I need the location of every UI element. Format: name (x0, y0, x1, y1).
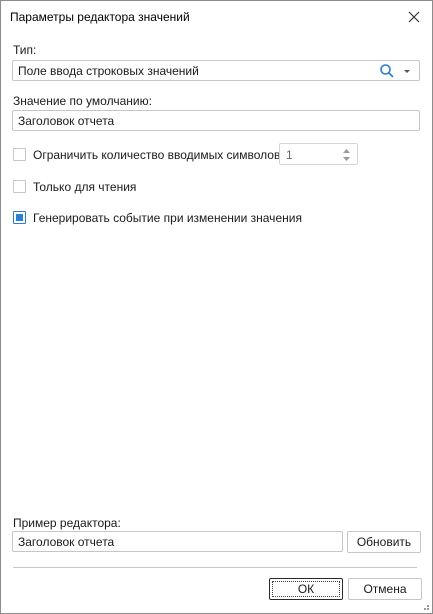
raise-event-label: Генерировать событие при изменении значе… (33, 211, 302, 225)
spin-down-icon[interactable] (342, 155, 351, 163)
focus-ring (272, 581, 340, 597)
refresh-button[interactable]: Обновить (347, 531, 421, 553)
default-value-text: Заголовок отчета (18, 114, 115, 128)
read-only-checkbox[interactable] (13, 180, 26, 193)
read-only-label: Только для чтения (33, 180, 137, 194)
limit-chars-label: Ограничить количество вводимых символов (33, 148, 281, 162)
preview-label: Пример редактора: (13, 516, 121, 530)
type-combobox[interactable]: Поле ввода строковых значений (12, 60, 420, 81)
resize-grip-icon[interactable] (420, 601, 430, 611)
dialog-title: Параметры редактора значений (10, 10, 190, 24)
type-label: Тип: (13, 43, 37, 57)
dialog-window: Параметры редактора значений Тип: Поле в… (0, 0, 433, 614)
default-value-input[interactable]: Заголовок отчета (12, 110, 420, 131)
preview-input[interactable]: Заголовок отчета (12, 531, 343, 552)
type-value: Поле ввода строковых значений (18, 64, 199, 78)
preview-text: Заголовок отчета (18, 535, 115, 549)
title-bar: Параметры редактора значений (1, 1, 432, 33)
default-value-label: Значение по умолчанию: (13, 94, 152, 108)
chevron-down-icon[interactable] (400, 63, 414, 79)
raise-event-checkbox[interactable] (13, 211, 26, 224)
limit-chars-checkbox[interactable] (13, 148, 26, 161)
close-button[interactable] (402, 5, 426, 29)
search-icon[interactable] (379, 63, 395, 79)
close-icon (408, 11, 420, 23)
cancel-button[interactable]: Отмена (348, 578, 422, 600)
char-limit-value: 1 (286, 148, 293, 162)
footer-divider (13, 567, 417, 568)
spin-up-icon[interactable] (342, 147, 351, 155)
ok-button[interactable]: ОК (269, 578, 343, 600)
char-limit-spinner[interactable]: 1 (279, 143, 358, 165)
